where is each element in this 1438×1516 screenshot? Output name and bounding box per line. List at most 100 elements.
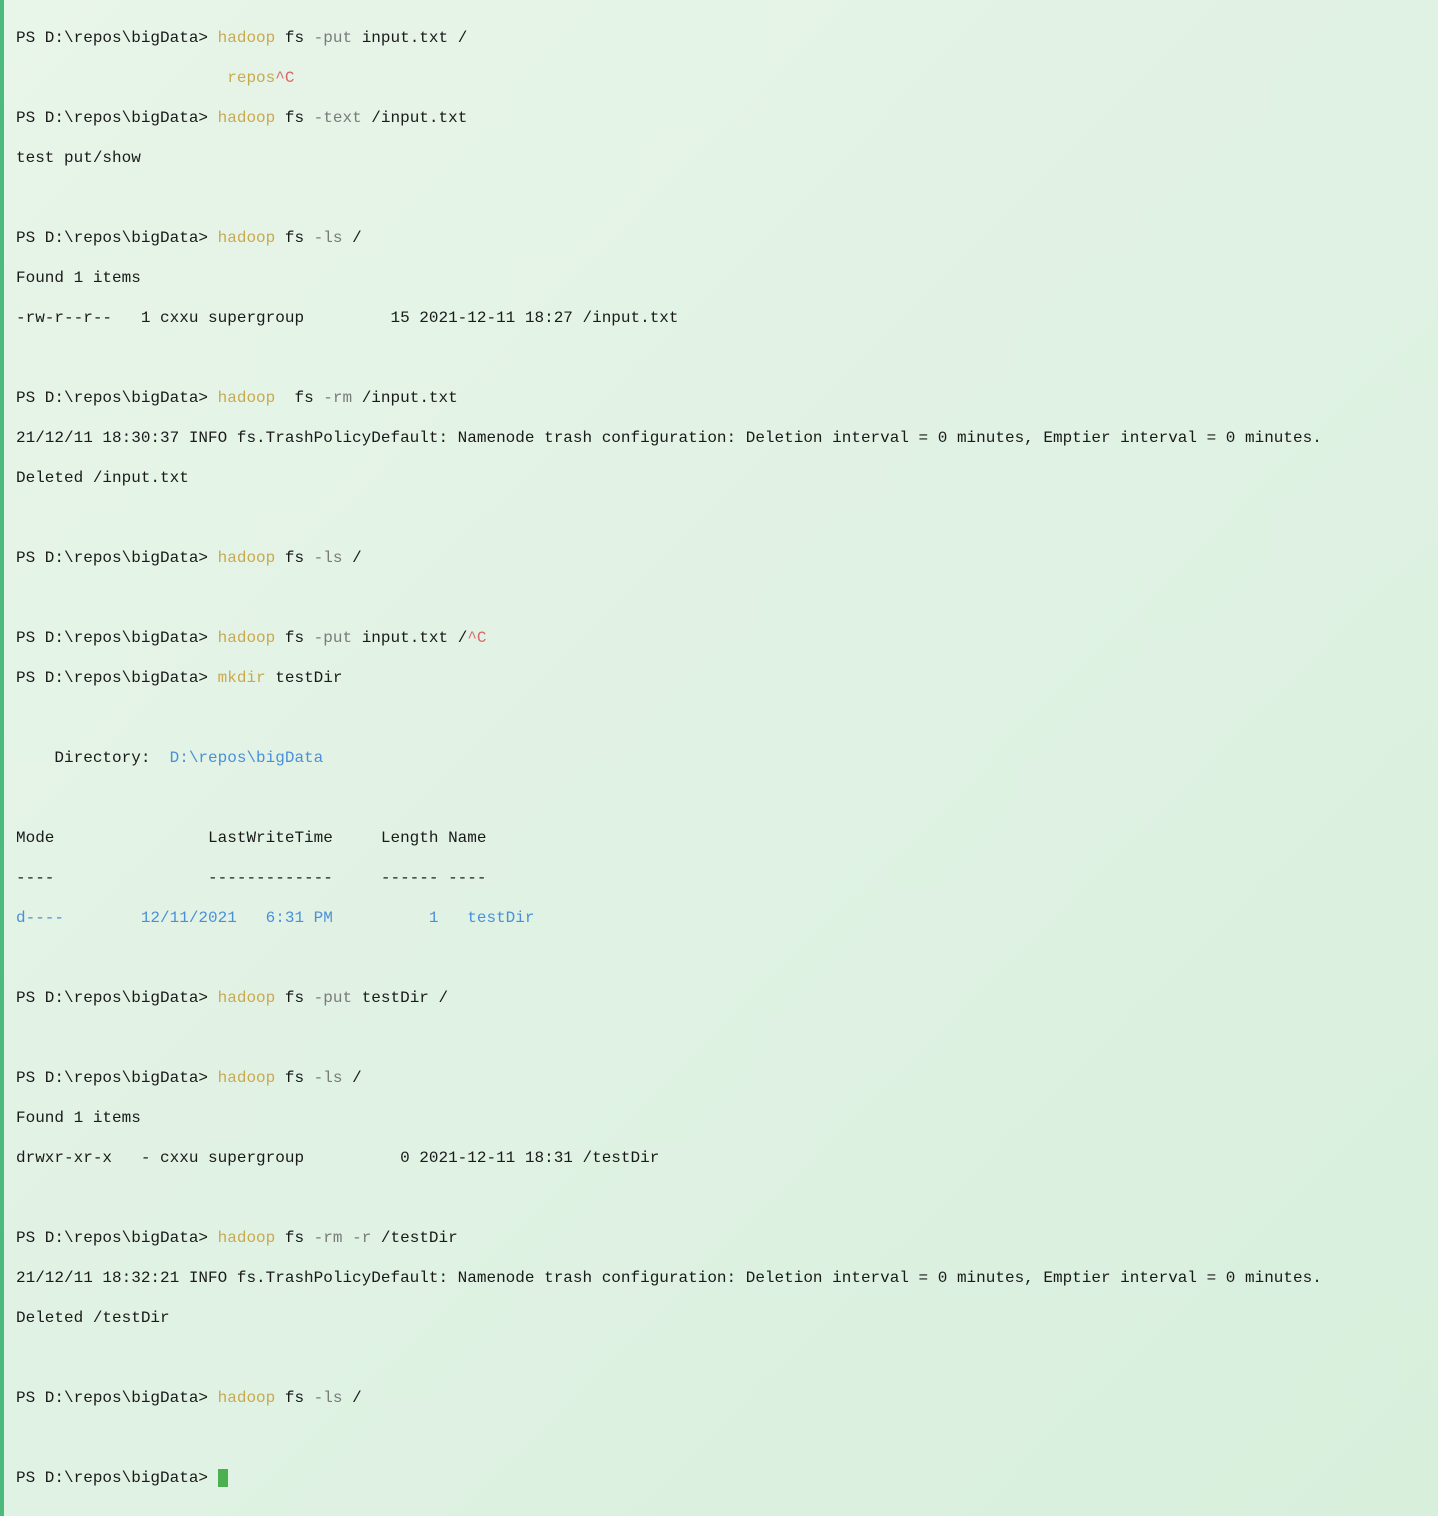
command-line: PS D:\repos\bigData> hadoop fs -put inpu… xyxy=(16,28,1422,48)
flag-put: -put xyxy=(314,989,352,1007)
blank-line xyxy=(16,1348,1422,1368)
fs-arg: fs xyxy=(285,629,304,647)
command-mkdir: mkdir xyxy=(218,669,266,687)
ctrl-c: ^C xyxy=(467,629,486,647)
command-hadoop: hadoop xyxy=(218,389,276,407)
command-line: PS D:\repos\bigData> hadoop fs -rm -r /t… xyxy=(16,1228,1422,1248)
command-arg: /testDir xyxy=(381,1229,458,1247)
command-hadoop: hadoop xyxy=(218,29,276,47)
table-row: d---- 12/11/2021 6:31 PM 1 testDir xyxy=(16,908,1422,928)
directory-label: Directory: xyxy=(16,749,170,767)
command-line: PS D:\repos\bigData> hadoop fs -ls / xyxy=(16,1388,1422,1408)
output-line: Deleted /testDir xyxy=(16,1308,1422,1328)
output-line: Deleted /input.txt xyxy=(16,468,1422,488)
command-hadoop: hadoop xyxy=(218,989,276,1007)
blank-line xyxy=(16,1428,1422,1448)
prompt: PS D:\repos\bigData> xyxy=(16,1229,208,1247)
fs-arg: fs xyxy=(285,1389,304,1407)
flag-ls: -ls xyxy=(314,229,343,247)
fs-arg: fs xyxy=(285,989,304,1007)
blank-line xyxy=(16,1028,1422,1048)
terminal-output[interactable]: PS D:\repos\bigData> hadoop fs -put inpu… xyxy=(16,8,1422,1508)
command-hadoop: hadoop xyxy=(218,109,276,127)
command-hadoop: hadoop xyxy=(218,1229,276,1247)
output-line: 21/12/11 18:30:37 INFO fs.TrashPolicyDef… xyxy=(16,428,1422,448)
command-line: PS D:\repos\bigData> mkdir testDir xyxy=(16,668,1422,688)
command-hadoop: hadoop xyxy=(218,229,276,247)
blank-line xyxy=(16,788,1422,808)
flag-r: -r xyxy=(352,1229,371,1247)
command-arg: / xyxy=(352,1069,362,1087)
command-line: PS D:\repos\bigData> hadoop fs -put test… xyxy=(16,988,1422,1008)
command-hadoop: hadoop xyxy=(218,1069,276,1087)
flag-put: -put xyxy=(314,29,352,47)
command-line: PS D:\repos\bigData> hadoop fs -ls / xyxy=(16,228,1422,248)
prompt: PS D:\repos\bigData> xyxy=(16,669,208,687)
prompt: PS D:\repos\bigData> xyxy=(16,1069,208,1087)
current-prompt-line[interactable]: PS D:\repos\bigData> xyxy=(16,1468,1422,1488)
window-left-accent xyxy=(0,0,4,1516)
fs-arg: fs xyxy=(285,109,304,127)
directory-path: D:\repos\bigData xyxy=(170,749,324,767)
prompt: PS D:\repos\bigData> xyxy=(16,629,208,647)
blank-line xyxy=(16,948,1422,968)
flag-text: -text xyxy=(314,109,362,127)
blank-line xyxy=(16,508,1422,528)
command-line: PS D:\repos\bigData> hadoop fs -ls / xyxy=(16,1068,1422,1088)
command-arg: testDir / xyxy=(362,989,448,1007)
output-line: -rw-r--r-- 1 cxxu supergroup 15 2021-12-… xyxy=(16,308,1422,328)
prompt: PS D:\repos\bigData> xyxy=(16,29,208,47)
flag-put: -put xyxy=(314,629,352,647)
fs-arg: fs xyxy=(285,389,314,407)
prompt: PS D:\repos\bigData> xyxy=(16,1389,208,1407)
output-line: Found 1 items xyxy=(16,1108,1422,1128)
command-hadoop: hadoop xyxy=(218,1389,276,1407)
flag-rm: -rm xyxy=(314,1229,343,1247)
command-arg: / xyxy=(352,1389,362,1407)
blank-line xyxy=(16,348,1422,368)
command-arg: /input.txt xyxy=(371,109,467,127)
table-divider: ---- ------------- ------ ---- xyxy=(16,868,1422,888)
command-line: repos^C xyxy=(16,68,1422,88)
command-line: PS D:\repos\bigData> hadoop fs -rm /inpu… xyxy=(16,388,1422,408)
fs-arg: fs xyxy=(285,29,304,47)
command-hadoop: hadoop xyxy=(218,629,276,647)
command-arg: testDir xyxy=(275,669,342,687)
blank-line xyxy=(16,588,1422,608)
command-arg: input.txt / xyxy=(362,29,468,47)
command-line: PS D:\repos\bigData> hadoop fs -ls / xyxy=(16,548,1422,568)
repos-text: repos xyxy=(227,69,275,87)
fs-arg: fs xyxy=(285,1069,304,1087)
fs-arg: fs xyxy=(285,549,304,567)
command-arg: input.txt / xyxy=(362,629,468,647)
command-arg: / xyxy=(352,549,362,567)
ctrl-c: ^C xyxy=(275,69,294,87)
flag-ls: -ls xyxy=(314,549,343,567)
prompt: PS D:\repos\bigData> xyxy=(16,389,208,407)
flag-ls: -ls xyxy=(314,1389,343,1407)
prompt: PS D:\repos\bigData> xyxy=(16,229,208,247)
output-line: 21/12/11 18:32:21 INFO fs.TrashPolicyDef… xyxy=(16,1268,1422,1288)
output-line: test put/show xyxy=(16,148,1422,168)
command-arg: / xyxy=(352,229,362,247)
directory-header: Directory: D:\repos\bigData xyxy=(16,748,1422,768)
cursor xyxy=(218,1469,228,1487)
command-line: PS D:\repos\bigData> hadoop fs -text /in… xyxy=(16,108,1422,128)
blank-line xyxy=(16,188,1422,208)
flag-rm: -rm xyxy=(323,389,352,407)
table-header: Mode LastWriteTime Length Name xyxy=(16,828,1422,848)
fs-arg: fs xyxy=(285,229,304,247)
prompt: PS D:\repos\bigData> xyxy=(16,1469,208,1487)
flag-ls: -ls xyxy=(314,1069,343,1087)
blank-line xyxy=(16,708,1422,728)
output-line: Found 1 items xyxy=(16,268,1422,288)
prompt: PS D:\repos\bigData> xyxy=(16,989,208,1007)
prompt: PS D:\repos\bigData> xyxy=(16,109,208,127)
fs-arg: fs xyxy=(285,1229,304,1247)
command-hadoop: hadoop xyxy=(218,549,276,567)
blank-line xyxy=(16,1188,1422,1208)
command-arg: /input.txt xyxy=(362,389,458,407)
command-line: PS D:\repos\bigData> hadoop fs -put inpu… xyxy=(16,628,1422,648)
prompt: PS D:\repos\bigData> xyxy=(16,549,208,567)
output-line: drwxr-xr-x - cxxu supergroup 0 2021-12-1… xyxy=(16,1148,1422,1168)
